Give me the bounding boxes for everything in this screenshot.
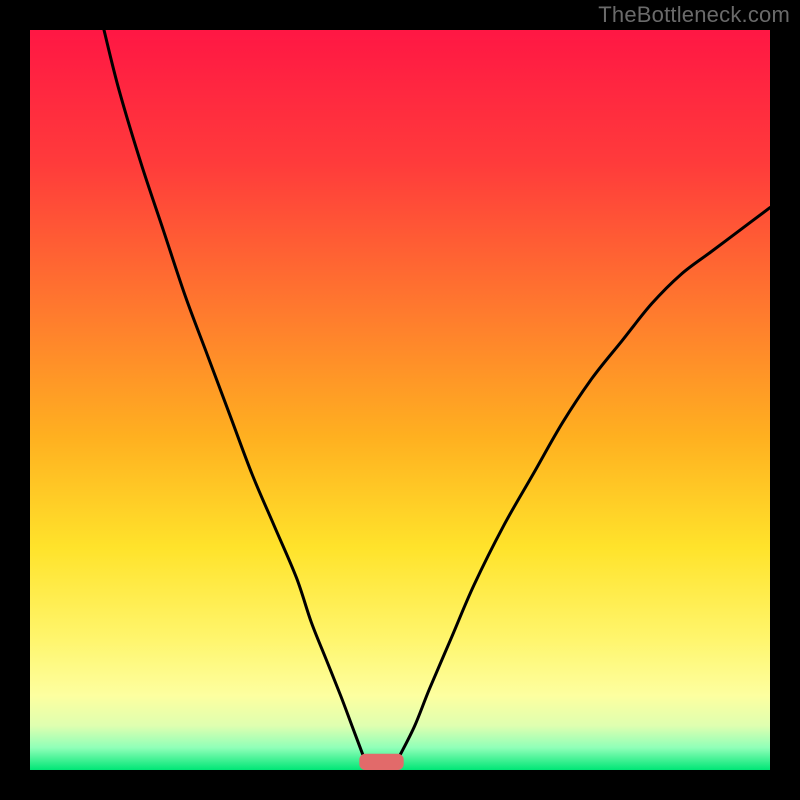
gradient-background bbox=[30, 30, 770, 770]
plot-area bbox=[30, 30, 770, 770]
chart-svg bbox=[30, 30, 770, 770]
watermark-text: TheBottleneck.com bbox=[598, 2, 790, 28]
bottleneck-marker bbox=[359, 754, 403, 770]
chart-frame: TheBottleneck.com bbox=[0, 0, 800, 800]
